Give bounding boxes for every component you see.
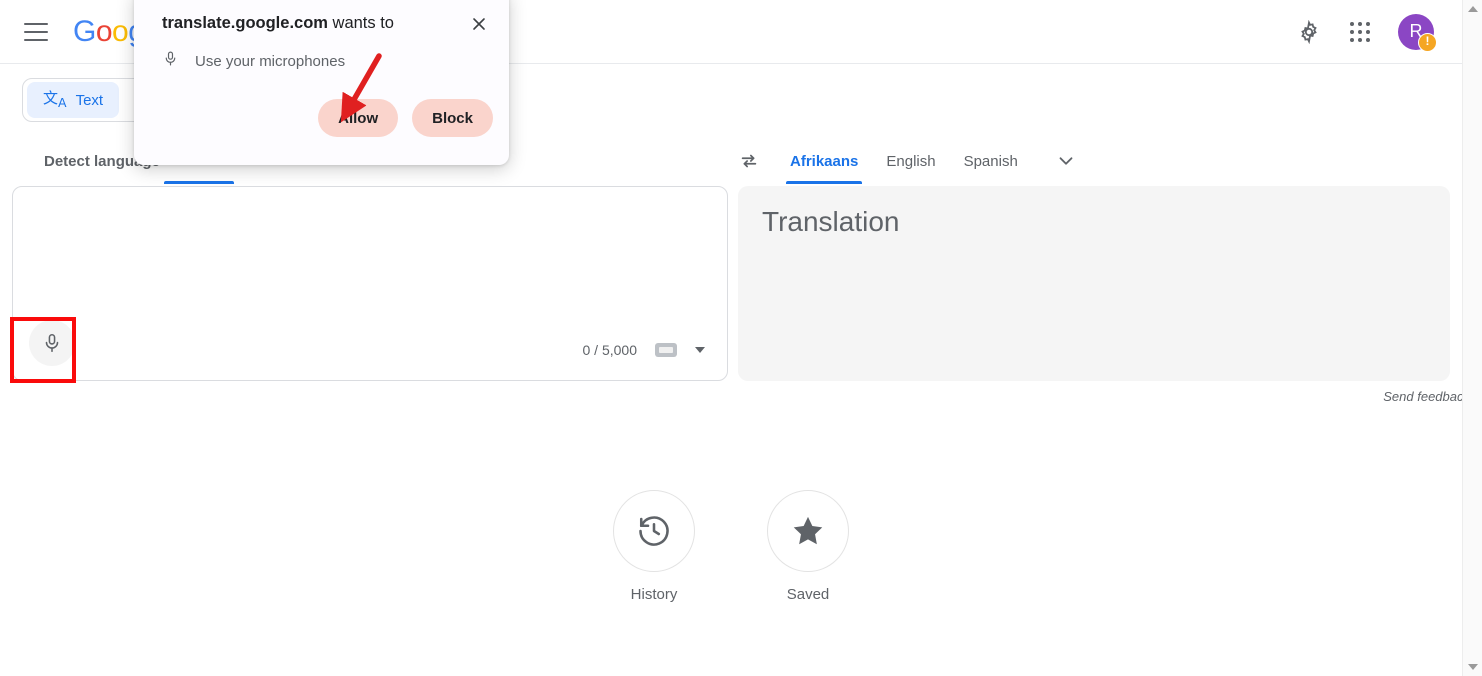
permission-request-label: Use your microphones — [195, 52, 346, 70]
target-language-group: Afrikaans English Spanish — [728, 138, 1086, 184]
hamburger-menu-icon[interactable] — [24, 22, 48, 41]
active-underline — [786, 181, 863, 184]
caret-down-icon[interactable] — [695, 347, 705, 353]
permission-request-row: Use your microphones — [162, 50, 345, 72]
allow-button[interactable]: Allow — [318, 99, 399, 137]
translate-icon: 文A — [43, 88, 67, 110]
tab-text-label: Text — [75, 91, 104, 109]
gear-icon[interactable] — [1296, 19, 1322, 45]
scroll-down-arrow-icon[interactable] — [1468, 664, 1478, 670]
quick-actions: History Saved — [0, 490, 1462, 603]
translate-panels: 0 / 5,000 Translation — [0, 186, 1462, 386]
permission-dialog-title-suffix: wants to — [327, 14, 394, 32]
source-panel-footer: 0 / 5,000 — [582, 342, 705, 358]
logo-letter: o — [112, 14, 129, 48]
page-scrollbar[interactable] — [1462, 0, 1482, 676]
logo-letter: o — [95, 14, 113, 48]
target-language-english[interactable]: English — [872, 138, 949, 184]
permission-dialog-title: translate.google.com wants to — [162, 14, 394, 33]
character-counter: 0 / 5,000 — [582, 342, 638, 358]
swap-arrows-icon[interactable] — [728, 140, 770, 182]
header-actions: R ! — [1296, 13, 1437, 52]
avatar[interactable]: R ! — [1398, 13, 1437, 52]
microphone-icon — [162, 50, 179, 72]
logo-letter: G — [73, 14, 96, 48]
source-text-panel[interactable]: 0 / 5,000 — [12, 186, 728, 381]
history-label: History — [630, 586, 678, 603]
saved-button[interactable]: Saved — [767, 490, 849, 603]
microphone-button[interactable] — [29, 320, 75, 366]
history-clock-icon — [613, 490, 695, 572]
permission-dialog: translate.google.com wants to Use your m… — [134, 0, 509, 165]
send-feedback-link[interactable]: Send feedback — [1383, 389, 1470, 404]
tab-text[interactable]: 文A Text — [27, 82, 120, 118]
target-language-afrikaans[interactable]: Afrikaans — [776, 138, 872, 184]
target-language-label: English — [886, 152, 936, 170]
permission-dialog-actions: Allow Block — [318, 99, 493, 137]
history-button[interactable]: History — [613, 490, 695, 603]
translation-panel[interactable]: Translation — [738, 186, 1450, 381]
translation-placeholder: Translation — [762, 206, 900, 237]
keyboard-icon[interactable] — [655, 343, 677, 357]
block-button[interactable]: Block — [412, 99, 493, 137]
apps-grid-icon[interactable] — [1350, 21, 1370, 42]
target-language-spanish[interactable]: Spanish — [950, 138, 1032, 184]
close-icon[interactable] — [469, 14, 489, 34]
avatar-warning-badge: ! — [1418, 32, 1437, 52]
active-underline — [164, 181, 234, 184]
permission-dialog-origin: translate.google.com — [162, 14, 328, 32]
chevron-down-icon[interactable] — [1046, 140, 1086, 182]
target-language-label: Afrikaans — [790, 152, 859, 170]
star-icon — [767, 490, 849, 572]
target-language-label: Spanish — [963, 152, 1018, 170]
saved-label: Saved — [786, 586, 830, 603]
scroll-up-arrow-icon[interactable] — [1468, 6, 1478, 12]
